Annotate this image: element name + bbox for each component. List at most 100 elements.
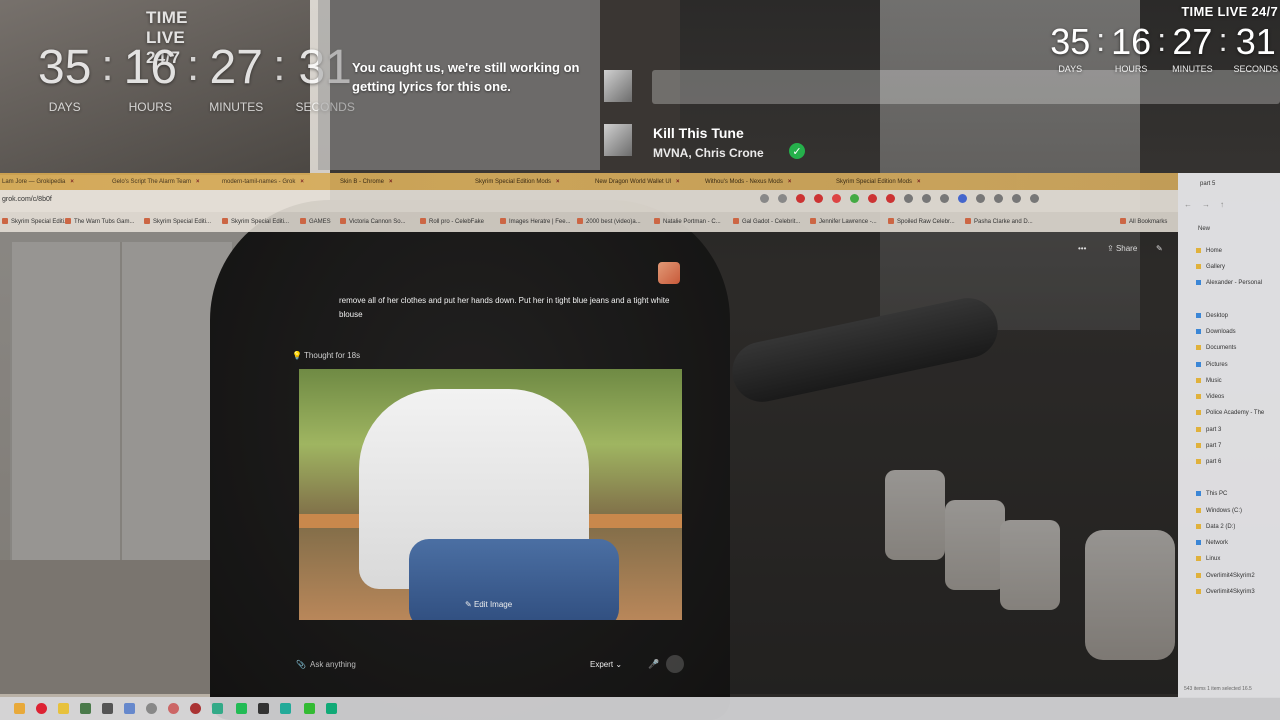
nav-item[interactable]: Alexander - Personal [1196, 280, 1262, 286]
url-field[interactable]: grok.com/c/8b0f [2, 196, 52, 203]
send-button[interactable] [666, 655, 684, 673]
nav-item[interactable]: part 6 [1196, 459, 1221, 465]
nav-item[interactable]: Documents [1196, 345, 1236, 351]
bookmark[interactable]: Natalie Portman - C... [654, 218, 721, 225]
nav-item[interactable]: Home [1196, 248, 1222, 254]
extension-icon[interactable] [832, 194, 841, 203]
nav-item[interactable]: Overlimit4Skyrim2 [1196, 573, 1255, 579]
nav-item[interactable]: Network [1196, 540, 1228, 546]
nav-item[interactable]: This PC [1196, 491, 1227, 497]
app-icon[interactable] [168, 703, 179, 714]
browser-tab[interactable]: Withou's Mods - Nexus Mods × [705, 176, 815, 188]
extension-icon[interactable] [760, 194, 769, 203]
menu-icon[interactable] [1030, 194, 1039, 203]
app-icon[interactable] [212, 703, 223, 714]
bookmark[interactable]: Images Heratre | Fee... [500, 218, 571, 225]
browser-tab[interactable]: Gelo's Script The Alarm Team × [112, 176, 207, 188]
download-icon[interactable] [1012, 194, 1021, 203]
app-icon[interactable] [124, 703, 135, 714]
nav-item[interactable]: part 3 [1196, 427, 1221, 433]
app-icon[interactable] [280, 703, 291, 714]
new-button[interactable]: New [1198, 226, 1210, 232]
app-icon[interactable] [236, 703, 247, 714]
browser-tab[interactable]: New Dragon World Wallet Ul × [595, 176, 695, 188]
browser-tab[interactable]: Skin B - Chrome × [340, 176, 460, 188]
browser-tab[interactable]: modern-tamil-names - Grok × [222, 176, 322, 188]
browser-tab[interactable]: Lam Jore — Grokipedia × [2, 176, 97, 188]
bookmark[interactable]: Jennifer Lawrence -... [810, 218, 877, 225]
extension-icon[interactable] [886, 194, 895, 203]
timer-minutes: 27 MINUTES [1172, 24, 1213, 75]
extension-icon[interactable] [904, 194, 913, 203]
opera-icon[interactable] [796, 194, 805, 203]
bookmark[interactable]: Victoria Cannon So... [340, 218, 406, 225]
attach-icon[interactable]: 📎 [296, 660, 306, 669]
bookmark[interactable]: Gal Gadot - Celebrit... [733, 218, 800, 225]
app-icon[interactable] [146, 703, 157, 714]
nav-item[interactable]: Pictures [1196, 362, 1228, 368]
bookmark[interactable]: 2000 best (video)a... [577, 218, 641, 225]
bookmark[interactable]: Spoiled Raw Celebr... [888, 218, 955, 225]
edit-image-button[interactable]: ✎ Edit Image [465, 600, 512, 609]
browser-tab[interactable]: Skyrim Special Edition Mods × [475, 176, 575, 188]
file-explorer-icon[interactable] [58, 703, 69, 714]
nav-item[interactable]: Data 2 (D:) [1196, 524, 1235, 530]
chat-input[interactable]: Ask anything [310, 660, 356, 669]
user-avatar [658, 262, 680, 284]
nav-item[interactable]: Downloads [1196, 329, 1236, 335]
nav-item[interactable]: Desktop [1196, 313, 1228, 319]
folder-icon[interactable] [14, 703, 25, 714]
thought-indicator[interactable]: 💡 Thought for 18s [292, 351, 360, 360]
nav-item[interactable]: Linux [1196, 556, 1220, 562]
extension-icon[interactable] [922, 194, 931, 203]
minutes-label: MINUTES [209, 100, 264, 114]
nav-item[interactable]: Gallery [1196, 264, 1225, 270]
timer-digits: 35 DAYS : 16 HOURS : 27 MINUTES : 31 SEC… [38, 41, 355, 115]
nav-item[interactable]: Videos [1196, 394, 1224, 400]
extension-icon[interactable] [976, 194, 985, 203]
extension-icon[interactable] [994, 194, 1003, 203]
nav-item[interactable]: Police Academy - The [1196, 410, 1264, 416]
model-select[interactable]: Expert ⌄ [590, 660, 622, 669]
explorer-tab[interactable]: part 5 [1200, 181, 1215, 187]
terminal-icon[interactable] [258, 703, 269, 714]
bookmark[interactable]: Skyrim Special Editi... [2, 218, 69, 225]
app-icon[interactable] [102, 703, 113, 714]
nav-item[interactable]: Windows (C:) [1196, 508, 1242, 514]
app-icon[interactable] [326, 703, 337, 714]
bookmark[interactable]: Roll pro - CelebFake [420, 218, 484, 225]
bookmark[interactable]: Pasha Clarke and D... [965, 218, 1033, 225]
app-icon[interactable] [190, 703, 201, 714]
nav-item[interactable]: part 7 [1196, 443, 1221, 449]
share-button[interactable]: ⇪ Share [1107, 244, 1137, 253]
hours-value: 16 [123, 41, 178, 94]
extension-icon[interactable] [850, 194, 859, 203]
album-art [604, 70, 632, 102]
extension-icon[interactable] [958, 194, 967, 203]
edit-icon[interactable]: ✎ [1156, 244, 1163, 253]
nav-item[interactable]: Overlimit4Skyrim3 [1196, 589, 1255, 595]
extension-icon[interactable] [778, 194, 787, 203]
nav-arrows-icon[interactable]: ←→↑ [1184, 200, 1234, 209]
bookmark[interactable]: Skyrim Special Editi... [222, 218, 289, 225]
extension-icon[interactable] [814, 194, 823, 203]
extension-icon[interactable] [868, 194, 877, 203]
bookmark[interactable]: All Bookmarks [1120, 218, 1167, 225]
bookmark[interactable]: GAMES [300, 218, 331, 225]
seconds-label: SECONDS [1233, 64, 1278, 74]
extension-icons [760, 194, 1039, 203]
timer-digits: 35 DAYS : 16 HOURS : 27 MINUTES : 31 SEC… [1050, 21, 1278, 75]
opera-icon[interactable] [36, 703, 47, 714]
bookmark[interactable]: Skyrim Special Editi... [144, 218, 211, 225]
more-options-icon[interactable]: ••• [1078, 244, 1086, 253]
microphone-icon[interactable]: 🎤 [648, 659, 659, 670]
bookmark[interactable]: The Warn Tubs Gam... [65, 218, 134, 225]
extension-icon[interactable] [940, 194, 949, 203]
app-icon[interactable] [304, 703, 315, 714]
days-value: 35 [1050, 21, 1091, 62]
app-icon[interactable] [80, 703, 91, 714]
generated-image[interactable] [299, 369, 682, 620]
album-art [604, 124, 632, 156]
nav-item[interactable]: Music [1196, 378, 1222, 384]
browser-tab[interactable]: Skyrim Special Edition Mods × [836, 176, 946, 188]
